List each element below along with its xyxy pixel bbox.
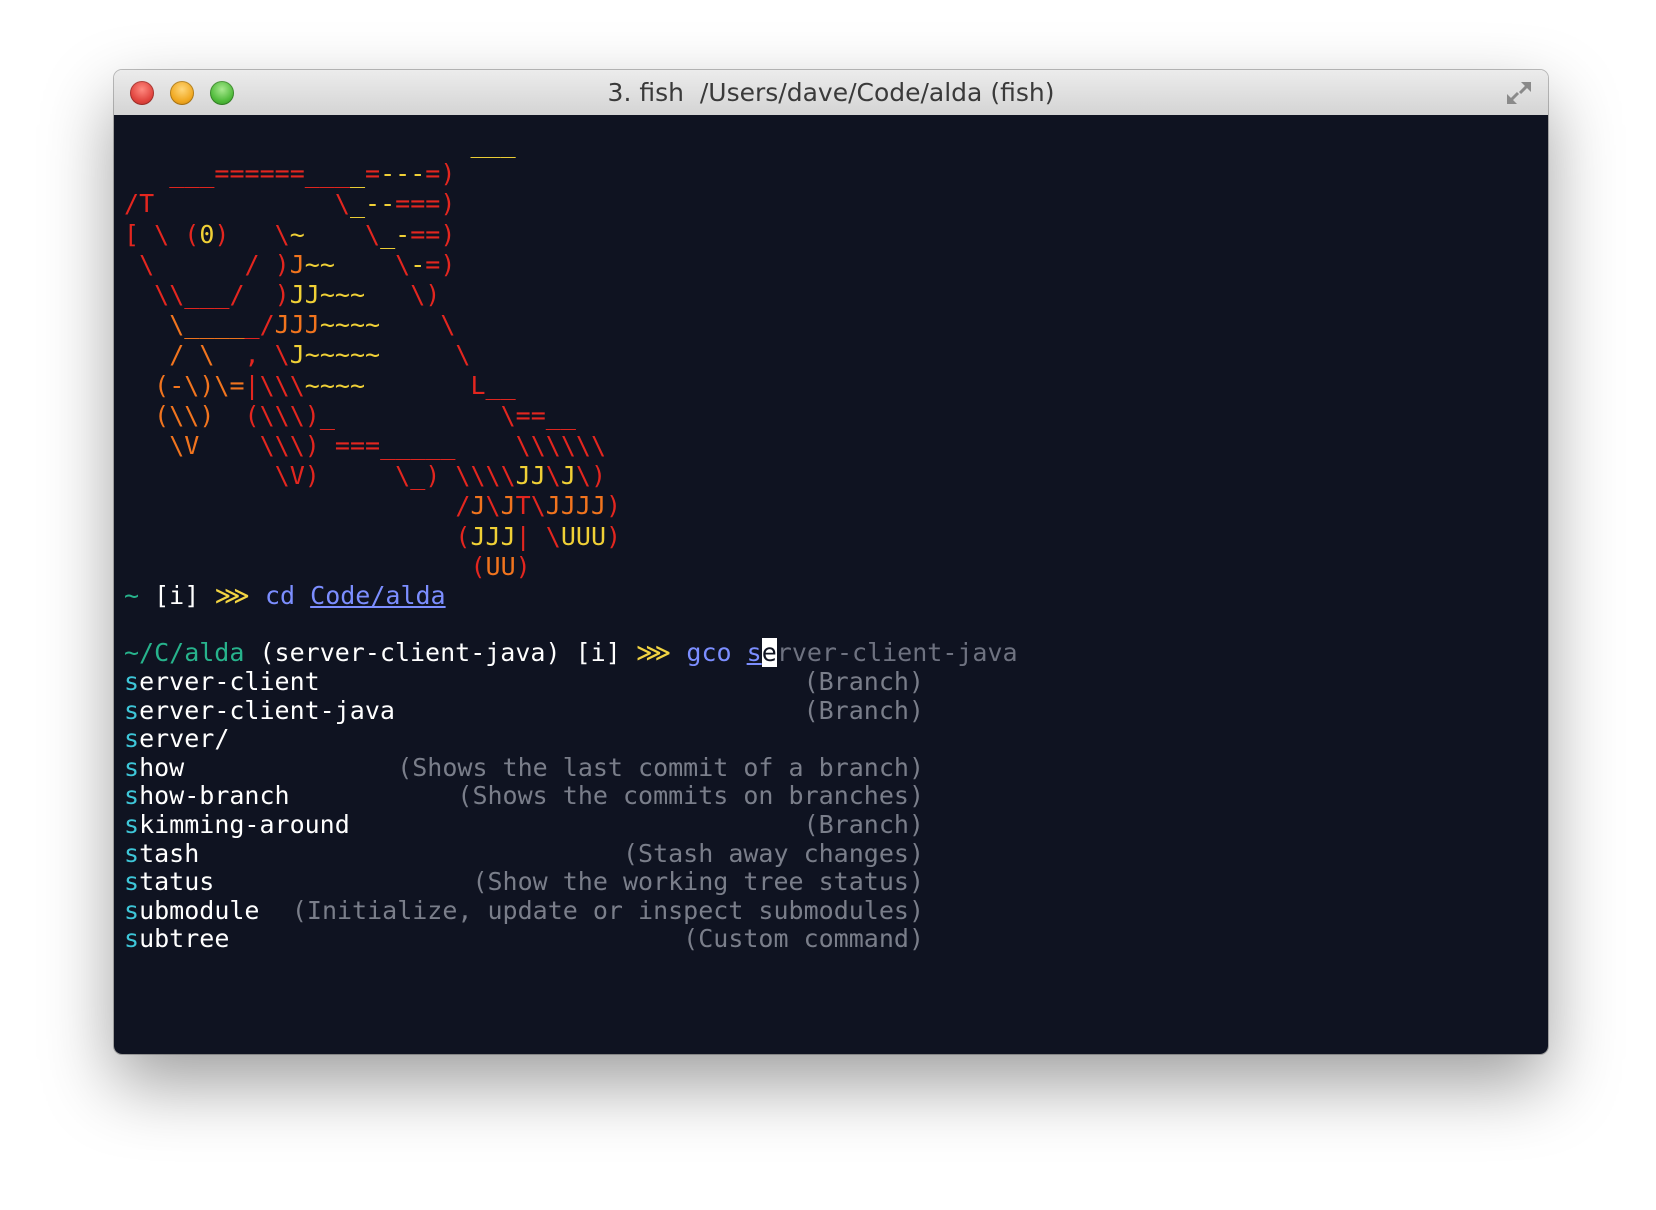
prompt-line-cd: ~ [i] ⋙ cd Code/alda [124,581,446,611]
ascii-art: ___ ___======____=---=) /T \_--===) [ \ … [124,129,621,582]
completion-name: server-client-java [124,696,395,726]
completion-name: show-branch [124,781,290,811]
ascii-art-line: (\\) (\\\)_ \==__ [154,400,576,430]
completion-match-prefix: s [124,752,140,782]
completion-item[interactable]: show-branch (Shows the commits on branche… [124,781,924,811]
completion-item[interactable]: server-client (Branch) [124,667,924,697]
completion-name: show [124,753,184,783]
completion-name: skimming-around [124,810,350,840]
ascii-art-line: /J\JT\JJJJ) [455,491,622,521]
autosuggestion: rver-client-java [776,638,1018,667]
completion-name-rest: ubtree [139,924,230,954]
prompt-cwd: ~/C/alda [124,638,245,667]
completion-match-prefix: s [124,895,140,925]
ascii-art-line: [ \ (0) \~ \_-==) [124,219,456,249]
completion-name: subtree [124,924,229,954]
prompt-arrow-icon-2: ⋙ [635,638,672,667]
completion-item[interactable]: submodule (Initialize, update or inspect … [124,896,924,926]
completion-name: server/ [124,724,229,754]
completion-name-rest: erver/ [139,724,230,754]
ascii-art-line: ___ [470,129,516,158]
completion-description: (Branch) [803,810,924,839]
ascii-art-line: \\___/ )JJ~~~ \) [154,280,441,310]
ascii-art-line: \_____/JJJ~~~~ \ [169,310,456,340]
completion-description: (Initialize, update or inspect submodule… [291,895,924,925]
completion-name: submodule [124,896,259,926]
completion-item[interactable]: stash (Stash away changes) [124,839,924,869]
completion-description: (Branch) [803,667,924,696]
command-gco: gco [686,638,732,667]
command-cd: cd [264,581,296,610]
completion-match-prefix: s [124,781,140,811]
completion-match-prefix: s [124,838,140,868]
completion-name: stash [124,839,199,869]
completion-match-prefix: s [124,924,140,954]
completion-item[interactable]: subtree (Custom command) [124,924,924,954]
completion-name: status [124,867,214,897]
prompt-arrow-icon: ⋙ [214,581,250,610]
prompt-tilde: ~ [124,581,140,610]
ascii-art-line: (UU) [470,551,531,581]
completion-description: (Custom command) [683,924,924,954]
command-argument-path: Code/alda [310,581,446,610]
completion-item[interactable]: show (Shows the last commit of a branch) [124,753,924,783]
ascii-art-line: (JJJ| \UUU) [455,521,622,551]
fullscreen-icon[interactable] [1504,79,1534,107]
completion-description: (Show the working tree status) [472,867,924,897]
completion-item[interactable]: server-client-java (Branch) [124,696,924,726]
completion-name-rest: how-branch [139,781,290,811]
ascii-art-line: ___======____=---=) [169,159,456,189]
completion-name-rest: tash [139,838,200,868]
ascii-art-line: / \ , \J~~~~~ \ [169,340,471,370]
completion-item[interactable]: status (Show the working tree status) [124,867,924,897]
completion-item[interactable]: server/ [124,724,924,754]
completion-name-rest: erver-client-java [139,695,395,725]
vi-mode-indicator-2: [i] [575,638,621,667]
completion-match-prefix: s [124,867,140,897]
ascii-art-line: (-\)\=|\\\~~~~ L__ [154,370,516,400]
completion-name-rest: tatus [139,867,215,897]
completion-description: (Shows the last commit of a branch) [397,752,924,782]
completion-description: (Stash away changes) [622,838,924,868]
completion-description: (Branch) [803,695,924,725]
vi-mode-indicator: [i] [154,581,200,610]
completion-name: server-client [124,667,320,697]
ascii-art-line: \V \\\) ===_____ \\\\\\ [169,431,606,461]
text-cursor: e [761,638,777,667]
terminal-window: 3. fish /Users/dave/Code/alda (fish) ___… [114,70,1548,1054]
completion-match-prefix: s [124,695,140,725]
title-bar[interactable]: 3. fish /Users/dave/Code/alda (fish) [114,70,1548,116]
terminal-content[interactable]: ___ ___======____=---=) /T \_--===) [ \ … [114,115,1548,1054]
completion-item[interactable]: skimming-around (Branch) [124,810,924,840]
completion-name-rest: kimming-around [139,810,350,839]
completion-match-prefix: s [124,810,140,839]
typed-input[interactable]: s [747,638,762,667]
completion-name-rest: how [139,752,185,782]
completion-description: (Shows the commits on branches) [457,781,924,811]
completion-name-rest: erver-client [139,667,320,696]
ascii-art-line: /T \_--===) [124,189,456,219]
completion-match-prefix: s [124,667,140,696]
ascii-art-line: \ / )J~~ \-=) [139,249,456,279]
git-branch: (server-client-java) [259,638,561,667]
completion-match-prefix: s [124,724,140,754]
window-title: 3. fish /Users/dave/Code/alda (fish) [607,78,1055,107]
ascii-art-line: \V) \_) \\\\JJ\J\) [274,461,606,491]
completion-name-rest: ubmodule [139,895,260,925]
prompt-line-gco[interactable]: ~/C/alda (server-client-java) [i] ⋙ gco … [124,638,1018,668]
